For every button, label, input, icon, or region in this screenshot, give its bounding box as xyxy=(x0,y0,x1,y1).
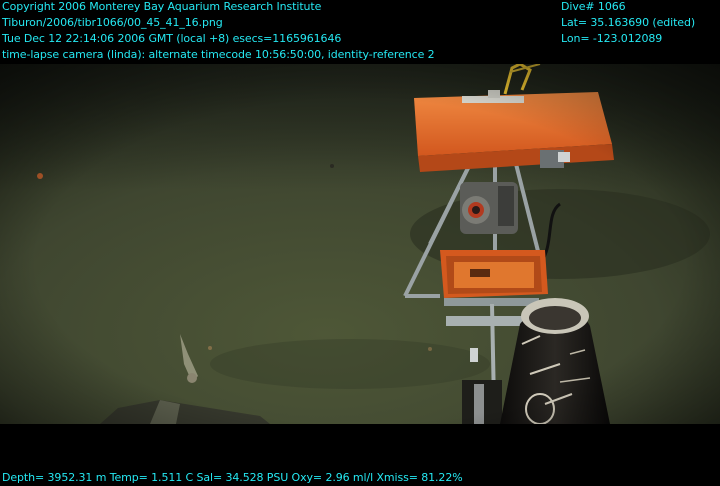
overlay-top-left: Copyright 2006 Monterey Bay Aquarium Res… xyxy=(2,0,435,63)
dive-number: Dive# 1066 xyxy=(561,0,626,13)
copyright-line: Copyright 2006 Monterey Bay Aquarium Res… xyxy=(2,0,322,13)
latitude: Lat= 35.163690 (edited) xyxy=(561,16,696,29)
longitude: Lon= -123.012089 xyxy=(561,32,663,45)
image-path-line: Tiburon/2006/tibr1066/00_45_41_16.png xyxy=(2,16,223,29)
overlay-top-right: Dive# 1066 Lat= 35.163690 (edited) Lon= … xyxy=(561,0,695,47)
sensor-readout: Depth= 3952.31 m Temp= 1.511 C Sal= 34.5… xyxy=(2,471,463,484)
timestamp-line: Tue Dec 12 22:14:06 2006 GMT (local +8) … xyxy=(2,32,342,45)
camera-frame: Copyright 2006 Monterey Bay Aquarium Res… xyxy=(0,0,720,486)
overlay-bottom: Depth= 3952.31 m Temp= 1.511 C Sal= 34.5… xyxy=(2,470,463,486)
seafloor-scene xyxy=(0,64,720,424)
camera-info-line: time-lapse camera (linda): alternate tim… xyxy=(2,48,435,61)
